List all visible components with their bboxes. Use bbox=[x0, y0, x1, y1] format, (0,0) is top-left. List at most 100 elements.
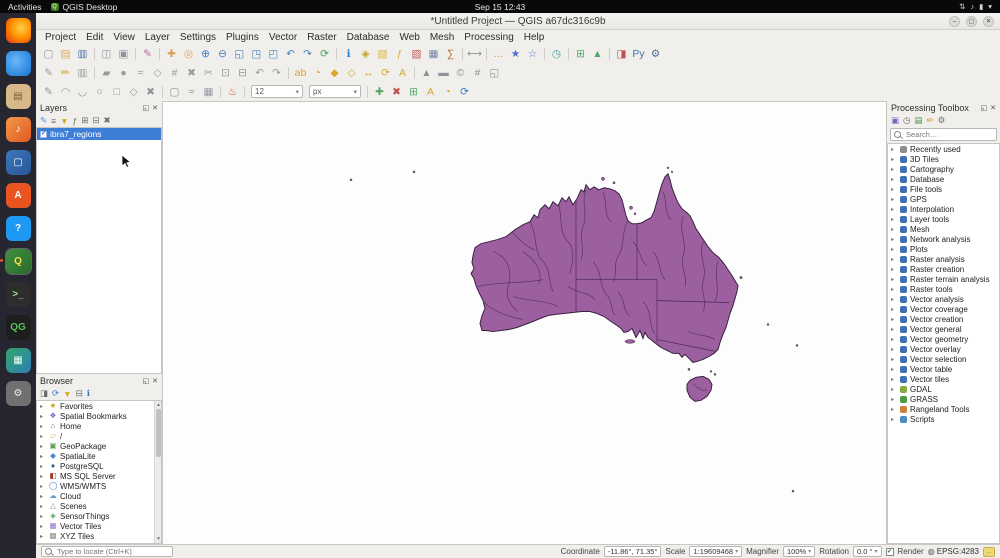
crs-button[interactable]: ◍ EPSG:4283 bbox=[928, 547, 979, 556]
files-icon[interactable]: ▤ bbox=[6, 84, 31, 109]
expand-arrow-icon[interactable]: ▸ bbox=[40, 403, 46, 410]
add-point-feature-icon[interactable]: ● bbox=[116, 65, 132, 81]
maximize-button[interactable]: ▢ bbox=[966, 16, 977, 27]
processing-group-3d-tiles[interactable]: ▸ 3D Tiles bbox=[888, 154, 999, 164]
menu-processing[interactable]: Processing bbox=[459, 32, 518, 43]
show-bookmarks-icon[interactable]: ☆ bbox=[525, 46, 541, 62]
processing-group-layer-tools[interactable]: ▸ Layer tools bbox=[888, 214, 999, 224]
processing-group-vector-selection[interactable]: ▸ Vector selection bbox=[888, 354, 999, 364]
float-panel-icon[interactable]: ◱ bbox=[981, 104, 988, 112]
layer-visibility-checkbox[interactable]: ✔ bbox=[40, 131, 47, 138]
battery-icon[interactable]: ▮ bbox=[979, 2, 983, 11]
expand-arrow-icon[interactable]: ▸ bbox=[891, 246, 897, 253]
close-panel-icon[interactable]: ✕ bbox=[990, 104, 996, 112]
app-mosaic-icon[interactable]: ▦ bbox=[6, 348, 31, 373]
browser-item-sensorthings[interactable]: ▸ ◈ SensorThings bbox=[37, 511, 161, 521]
processing-group-database[interactable]: ▸ Database bbox=[888, 174, 999, 184]
browser-item-root[interactable]: ▸ ▱ / bbox=[37, 431, 161, 441]
expand-arrow-icon[interactable]: ▸ bbox=[891, 406, 897, 413]
browser-item-spatial-bookmarks[interactable]: ▸ ❖ Spatial Bookmarks bbox=[37, 411, 161, 421]
manage-map-themes-icon[interactable]: ≡ bbox=[51, 116, 56, 126]
circle-annotation-icon[interactable]: ○ bbox=[92, 84, 108, 100]
expand-arrow-icon[interactable]: ▸ bbox=[891, 386, 897, 393]
delete-annotation-icon[interactable]: ✖ bbox=[143, 84, 159, 100]
processing-group-cartography[interactable]: ▸ Cartography bbox=[888, 164, 999, 174]
pan-to-selection-icon[interactable]: ◎ bbox=[181, 46, 197, 62]
browser-item-vector-tiles[interactable]: ▸ ▦ Vector Tiles bbox=[37, 521, 161, 531]
rect-annotation-icon[interactable]: □ bbox=[109, 84, 125, 100]
browser-item-cloud[interactable]: ▸ ☁ Cloud bbox=[37, 491, 161, 501]
close-panel-icon[interactable]: ✕ bbox=[152, 104, 158, 112]
options-icon[interactable]: ⚙ bbox=[938, 115, 946, 126]
redo-icon[interactable]: ↷ bbox=[269, 65, 285, 81]
expand-arrow-icon[interactable]: ▸ bbox=[40, 503, 46, 510]
python-console-icon[interactable]: Py bbox=[631, 46, 647, 62]
modify-attributes-icon[interactable]: # bbox=[167, 65, 183, 81]
save-edits-icon[interactable]: ▥ bbox=[75, 65, 91, 81]
zoom-next-icon[interactable]: ↷ bbox=[300, 46, 316, 62]
menu-mesh[interactable]: Mesh bbox=[425, 32, 459, 43]
delete-selected-icon[interactable]: ✖ bbox=[184, 65, 200, 81]
label-unit-combo[interactable]: px bbox=[309, 85, 361, 98]
processing-group-grass[interactable]: ▸ GRASS bbox=[888, 394, 999, 404]
expand-arrow-icon[interactable]: ▸ bbox=[891, 306, 897, 313]
select-features-icon[interactable]: ▨ bbox=[375, 46, 391, 62]
processing-group-interpolation[interactable]: ▸ Interpolation bbox=[888, 204, 999, 214]
diamond-annotation-icon[interactable]: ◇ bbox=[126, 84, 142, 100]
add-ring-icon[interactable]: ✚ bbox=[372, 84, 388, 100]
expand-arrow-icon[interactable]: ▸ bbox=[891, 296, 897, 303]
shape-square-icon[interactable]: ▢ bbox=[167, 84, 183, 100]
pin-labels-icon[interactable]: ◆ bbox=[327, 65, 343, 81]
processing-group-file-tools[interactable]: ▸ File tools bbox=[888, 184, 999, 194]
select-by-expression-icon[interactable]: ƒ bbox=[392, 46, 408, 62]
toggle-editing-icon[interactable]: ✏ bbox=[58, 65, 74, 81]
arc-annotation-icon[interactable]: ◡ bbox=[75, 84, 91, 100]
menu-project[interactable]: Project bbox=[40, 32, 81, 43]
expand-arrow-icon[interactable]: ▸ bbox=[891, 216, 897, 223]
menu-vector[interactable]: Vector bbox=[264, 32, 302, 43]
processing-group-raster-analysis[interactable]: ▸ Raster analysis bbox=[888, 254, 999, 264]
new-bookmark-icon[interactable]: ★ bbox=[508, 46, 524, 62]
processing-group-vector-creation[interactable]: ▸ Vector creation bbox=[888, 314, 999, 324]
expand-arrow-icon[interactable]: ▸ bbox=[891, 156, 897, 163]
processing-group-raster-tools[interactable]: ▸ Raster tools bbox=[888, 284, 999, 294]
menu-edit[interactable]: Edit bbox=[81, 32, 108, 43]
remove-layer-icon[interactable]: ✖ bbox=[104, 115, 111, 126]
browser-item-scenes[interactable]: ▸ △ Scenes bbox=[37, 501, 161, 511]
menu-web[interactable]: Web bbox=[394, 32, 424, 43]
expand-arrow-icon[interactable]: ▸ bbox=[891, 266, 897, 273]
highlight-pinned-labels-icon[interactable]: ◇ bbox=[344, 65, 360, 81]
render-checkbox[interactable]: ✔ bbox=[886, 548, 894, 556]
expand-arrow-icon[interactable]: ▸ bbox=[40, 533, 46, 540]
menu-layer[interactable]: Layer bbox=[140, 32, 175, 43]
new-project-icon[interactable]: ▢ bbox=[41, 46, 57, 62]
expand-arrow-icon[interactable]: ▸ bbox=[40, 483, 46, 490]
refresh-map-icon[interactable]: ⟳ bbox=[317, 46, 333, 62]
terminal-icon[interactable]: >_ bbox=[6, 282, 31, 307]
grid-icon[interactable]: # bbox=[470, 65, 486, 81]
menu-settings[interactable]: Settings bbox=[175, 32, 221, 43]
rotation-spinbox[interactable]: 0.0 ° ▾ bbox=[853, 546, 882, 557]
north-arrow-icon[interactable]: ▲ bbox=[419, 65, 435, 81]
system-tray[interactable]: ⇅♪▮▾ bbox=[959, 2, 992, 11]
reload-icon[interactable]: ⟳ bbox=[457, 84, 473, 100]
flame-plugin-icon[interactable]: ♨ bbox=[225, 84, 241, 100]
expand-arrow-icon[interactable]: ▸ bbox=[40, 523, 46, 530]
new-map-view-icon[interactable]: ⊞ bbox=[573, 46, 589, 62]
browser-item-geopackage[interactable]: ▸ ▣ GeoPackage bbox=[37, 441, 161, 451]
browser-properties-icon[interactable]: ℹ bbox=[87, 388, 90, 399]
layer-diagram-icon[interactable]: ◔ bbox=[310, 65, 326, 81]
browser-item-mssql[interactable]: ▸ ◧ MS SQL Server bbox=[37, 471, 161, 481]
scrollbar-thumb[interactable] bbox=[156, 409, 161, 457]
processing-group-vector-coverage[interactable]: ▸ Vector coverage bbox=[888, 304, 999, 314]
processing-group-vector-geometry[interactable]: ▸ Vector geometry bbox=[888, 334, 999, 344]
messages-icon[interactable]: … bbox=[983, 547, 995, 557]
deselect-features-icon[interactable]: ▧ bbox=[409, 46, 425, 62]
filter-expression-icon[interactable]: ƒ bbox=[73, 116, 78, 126]
rhythmbox-icon[interactable]: ♪ bbox=[6, 117, 31, 142]
expand-arrow-icon[interactable]: ▸ bbox=[891, 196, 897, 203]
expand-all-icon[interactable]: ⊞ bbox=[81, 115, 88, 126]
expand-arrow-icon[interactable]: ▸ bbox=[891, 186, 897, 193]
scroll-down-icon[interactable]: ▼ bbox=[155, 535, 162, 543]
new-3d-map-view-icon[interactable]: ▲ bbox=[590, 46, 606, 62]
